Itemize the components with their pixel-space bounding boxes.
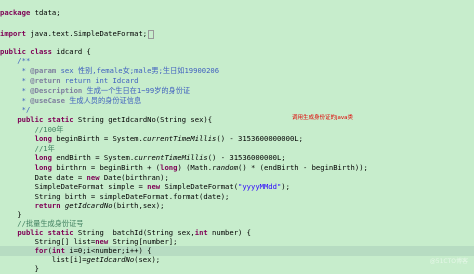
code-text: list[i]= [0, 255, 87, 264]
keyword: int [51, 246, 65, 255]
code-text: () - 31536000000L; [207, 153, 286, 162]
keyword: long [34, 163, 52, 172]
code-text: String getIdcardNo(String sex){ [73, 115, 213, 124]
keyword: public [0, 47, 26, 56]
javadoc-text: return int Idcard [60, 76, 139, 85]
code-line-12: public static String getIdcardNo(String … [0, 115, 474, 125]
code-text: String[number]; [108, 237, 178, 246]
code-text: beginBirth = System. [51, 134, 143, 143]
code-text: String[] list= [0, 237, 96, 246]
code-text: SimpleDateFormat simple = [0, 182, 148, 191]
keyword: new [95, 237, 109, 246]
code-line-14: long beginBirth = System.currentTimeMill… [0, 134, 474, 144]
static-method: random [212, 163, 239, 172]
code-text: Date date = [0, 173, 87, 182]
keyword: class [30, 47, 52, 56]
string-literal: "yyyyMMdd" [238, 182, 282, 191]
static-method: currentTimeMillis [142, 134, 217, 143]
code-text: birthrn = beginBirth + ( [51, 163, 161, 172]
javadoc-tag: @Description [30, 86, 83, 95]
javadoc-tag: @return [30, 76, 61, 85]
code-line-28: } [0, 264, 39, 273]
javadoc-text: 生成人员的身份证信息 [64, 96, 142, 105]
keyword: static [47, 115, 74, 124]
keyword: new [86, 173, 100, 182]
keyword: for [34, 246, 48, 255]
code-line-8: * @return return int Idcard [0, 76, 474, 86]
code-text: number) { [207, 228, 252, 237]
code-text: SimpleDateFormat( [160, 182, 239, 191]
keyword: return [34, 201, 61, 210]
watermark: @51CTO博客 [429, 258, 468, 265]
code-text: ) (Math. [177, 163, 213, 172]
code-text: (birth,sex); [112, 201, 165, 210]
keyword: public [17, 228, 44, 237]
code-line-1: package tdata; [0, 8, 474, 18]
code-line-3: import java.text.SimpleDateFormat; [0, 29, 474, 39]
code-editor[interactable]: package tdata; import java.text.SimpleDa… [0, 0, 474, 273]
code-text: idcard { [51, 47, 91, 56]
code-text: () * (endBirth - beginBirth)); [238, 163, 368, 172]
code-text: ); [281, 182, 290, 191]
code-text: java.text.SimpleDateFormat; [25, 29, 148, 38]
static-method: currentTimeMillis [134, 153, 208, 162]
code-text: i=0;i<number;i++) { [64, 246, 152, 255]
keyword: long [34, 153, 52, 162]
javadoc-star: * [0, 76, 31, 85]
keyword: static [47, 228, 74, 237]
keyword: package [0, 8, 31, 17]
keyword: new [147, 182, 161, 191]
javadoc-tag: @useCase [30, 96, 65, 105]
static-method: getIdcardNo [64, 201, 113, 210]
code-text: (sex); [134, 255, 161, 264]
code-line-19: SimpleDateFormat simple = new SimpleDate… [0, 182, 474, 192]
keyword: public [17, 115, 44, 124]
keyword: long [160, 163, 178, 172]
keyword: int [194, 228, 208, 237]
javadoc-text: 生成一个生日在1~99岁的身份证 [82, 86, 191, 95]
code-text: () - 3153600000000L; [216, 134, 303, 143]
javadoc-text: sex 性别,female女;male男;生日如19900206 [56, 66, 220, 75]
code-line-17: long birthrn = beginBirth + (long) (Math… [0, 163, 474, 173]
javadoc-star: * [0, 66, 31, 75]
code-text: tdata; [30, 8, 61, 17]
code-line-11: */ [0, 105, 31, 114]
code-text: endBirth = System. [51, 153, 135, 162]
javadoc-star: * [0, 86, 31, 95]
annotation-note: 调用生成身份证的java类 [292, 115, 354, 121]
code-line-7: * @param sex 性别,female女;male男;生日如1990020… [0, 66, 474, 76]
static-method: getIdcardNo [86, 255, 135, 264]
code-line-6: /** [0, 56, 31, 65]
keyword: long [34, 134, 52, 143]
code-line-16: long endBirth = System.currentTimeMillis… [0, 153, 474, 163]
code-text: Date(birthran); [99, 173, 169, 182]
code-text: String batchId(String sex, [73, 228, 195, 237]
javadoc-star: * [0, 96, 31, 105]
fold-marker-icon[interactable] [148, 29, 155, 39]
keyword: import [0, 29, 26, 38]
javadoc-tag: @param [30, 66, 57, 75]
code-line-9: * @Description 生成一个生日在1~99岁的身份证 [0, 86, 474, 96]
